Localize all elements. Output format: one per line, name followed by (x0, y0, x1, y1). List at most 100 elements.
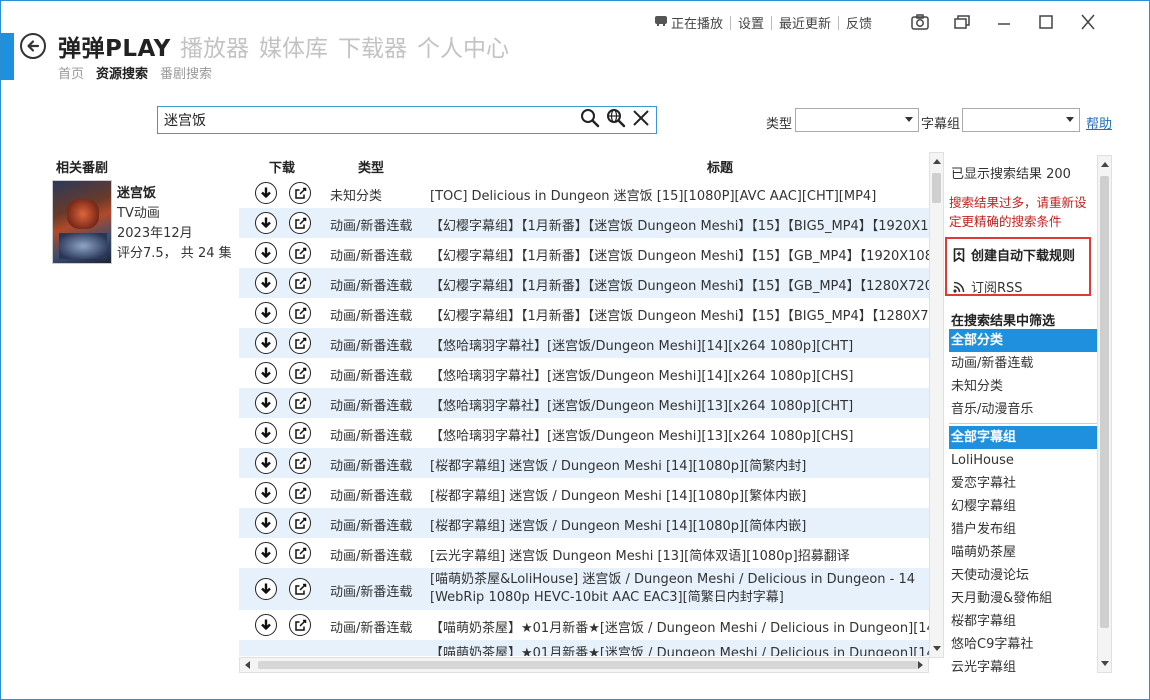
table-row[interactable]: 动画/新番连载 [桜都字幕组] 迷宫饭 / Dungeon Meshi [14][… (239, 448, 929, 478)
download-icon[interactable] (255, 272, 277, 294)
right-panel-vscrollbar[interactable] (1097, 155, 1112, 673)
group-filter-item[interactable]: 幻樱字幕组 (949, 495, 1097, 518)
group-filter-item[interactable]: 天月動漫&發佈組 (949, 587, 1097, 610)
scroll-down-icon[interactable] (933, 646, 941, 651)
group-filter-item[interactable]: 桜都字幕组 (949, 610, 1097, 633)
download-icon[interactable] (255, 614, 277, 636)
create-rule-button[interactable]: 创建自动下载规则 (953, 245, 1075, 264)
recent-updates-link[interactable]: 最近更新 (779, 13, 831, 32)
table-row[interactable]: 动画/新番连载 【幻樱字幕组】【1月新番】【迷宫饭 Dungeon Meshi】【… (239, 238, 929, 268)
open-external-icon[interactable] (289, 212, 311, 234)
row-title[interactable]: [桜都字幕组] 迷宫饭 / Dungeon Meshi [14][1080p][… (430, 455, 806, 474)
anime-poster[interactable] (52, 180, 112, 264)
open-external-icon[interactable] (289, 422, 311, 444)
row-title[interactable]: 【幻樱字幕组】【1月新番】【迷宫饭 Dungeon Meshi】【15】【GB_… (430, 245, 929, 264)
table-row[interactable]: 动画/新番连载 【悠哈璃羽字幕社】[迷宫饭/Dungeon Meshi][14][… (239, 358, 929, 388)
now-playing-link[interactable]: 正在播放 (654, 13, 723, 32)
download-icon[interactable] (255, 332, 277, 354)
camera-icon[interactable] (906, 10, 934, 34)
row-title[interactable]: 【悠哈璃羽字幕社】[迷宫饭/Dungeon Meshi][14][x264 10… (430, 365, 853, 384)
nav-user-center[interactable]: 个人中心 (417, 29, 509, 63)
row-title[interactable]: 【幻樱字幕组】【1月新番】【迷宫饭 Dungeon Meshi】【15】【BIG… (430, 305, 929, 324)
table-row[interactable]: 动画/新番连载 【悠哈璃羽字幕社】[迷宫饭/Dungeon Meshi][13][… (239, 418, 929, 448)
category-filter-item[interactable]: 动画/新番连载 (949, 352, 1097, 375)
table-hscrollbar[interactable] (239, 657, 929, 673)
download-icon[interactable] (255, 512, 277, 534)
help-link[interactable]: 帮助 (1086, 113, 1112, 132)
table-row[interactable]: 动画/新番连载 【喵萌奶茶屋】★01月新番★[迷宫饭 / Dungeon Mesh… (239, 610, 929, 640)
scroll-thumb[interactable] (932, 173, 941, 203)
download-icon[interactable] (255, 212, 277, 234)
col-header-title[interactable]: 标题 (707, 157, 733, 176)
nav-media-library[interactable]: 媒体库 (259, 29, 328, 63)
table-row[interactable]: 动画/新番连载 【幻樱字幕组】【1月新番】【迷宫饭 Dungeon Meshi】【… (239, 208, 929, 238)
download-icon[interactable] (255, 392, 277, 414)
download-icon[interactable] (255, 302, 277, 324)
group-filter-item[interactable]: 爱恋字幕社 (949, 472, 1097, 495)
group-filter-item[interactable]: 全部字幕组 (949, 426, 1097, 449)
download-icon[interactable] (255, 482, 277, 504)
table-row[interactable]: 动画/新番连载 [桜都字幕组] 迷宫饭 / Dungeon Meshi [14][… (239, 508, 929, 538)
anime-name[interactable]: 迷宫饭 (117, 184, 232, 204)
search-icon[interactable] (580, 108, 600, 132)
open-external-icon[interactable] (289, 242, 311, 264)
nav-downloader[interactable]: 下载器 (338, 29, 407, 63)
open-external-icon[interactable] (289, 302, 311, 324)
download-icon[interactable] (255, 452, 277, 474)
minimize-icon[interactable] (990, 10, 1018, 34)
group-filter-item[interactable]: 悠哈C9字幕社 (949, 633, 1097, 656)
row-title[interactable]: [喵萌奶茶屋&LoliHouse] 迷宫饭 / Dungeon Meshi / … (430, 571, 928, 607)
group-filter-select[interactable] (962, 108, 1080, 132)
table-row[interactable]: 【喵萌奶茶屋】★01月新番★[迷宫饭 / Dungeon Meshi / Del… (239, 640, 929, 656)
row-title[interactable]: 【喵萌奶茶屋】★01月新番★[迷宫饭 / Dungeon Meshi / Del… (430, 642, 929, 656)
group-filter-item[interactable]: LoliHouse (949, 449, 1097, 472)
open-external-icon[interactable] (289, 452, 311, 474)
type-filter-select[interactable] (795, 108, 919, 132)
scroll-right-icon[interactable] (918, 661, 923, 669)
table-row[interactable]: 动画/新番连载 [云光字幕组] 迷宫饭 Dungeon Meshi [13][简体… (239, 538, 929, 568)
row-title[interactable]: 【幻樱字幕组】【1月新番】【迷宫饭 Dungeon Meshi】【15】【GB_… (430, 275, 929, 294)
download-icon[interactable] (255, 362, 277, 384)
restore-window-icon[interactable] (948, 10, 976, 34)
subscribe-rss-button[interactable]: 订阅RSS (953, 277, 1023, 296)
table-row[interactable]: 动画/新番连载 【幻樱字幕组】【1月新番】【迷宫饭 Dungeon Meshi】【… (239, 268, 929, 298)
open-external-icon[interactable] (289, 392, 311, 414)
row-title[interactable]: 【悠哈璃羽字幕社】[迷宫饭/Dungeon Meshi][14][x264 10… (430, 335, 853, 354)
category-filter-item[interactable]: 全部分类 (949, 329, 1097, 352)
open-external-icon[interactable] (289, 332, 311, 354)
download-icon[interactable] (255, 242, 277, 264)
open-external-icon[interactable] (289, 542, 311, 564)
group-filter-item[interactable]: 喵萌奶茶屋 (949, 541, 1097, 564)
close-icon[interactable] (1074, 10, 1102, 34)
table-row[interactable]: 动画/新番连载 [桜都字幕组] 迷宫饭 / Dungeon Meshi [14][… (239, 478, 929, 508)
open-external-icon[interactable] (289, 614, 311, 636)
clear-icon[interactable] (632, 109, 650, 131)
category-filter-item[interactable]: 未知分类 (949, 375, 1097, 398)
download-icon[interactable] (255, 578, 277, 600)
table-row[interactable]: 动画/新番连载 【悠哈璃羽字幕社】[迷宫饭/Dungeon Meshi][14][… (239, 328, 929, 358)
nav-player[interactable]: 播放器 (180, 29, 249, 63)
open-external-icon[interactable] (289, 272, 311, 294)
open-external-icon[interactable] (289, 512, 311, 534)
download-icon[interactable] (255, 182, 277, 204)
row-title[interactable]: [桜都字幕组] 迷宫饭 / Dungeon Meshi [14][1080p][… (430, 485, 806, 504)
download-icon[interactable] (255, 542, 277, 564)
search-input[interactable] (158, 112, 568, 128)
open-external-icon[interactable] (289, 578, 311, 600)
download-icon[interactable] (255, 422, 277, 444)
table-vscrollbar[interactable] (929, 152, 944, 658)
open-external-icon[interactable] (289, 362, 311, 384)
row-title[interactable]: 【喵萌奶茶屋】★01月新番★[迷宫饭 / Dungeon Meshi / Del… (430, 617, 929, 636)
scroll-thumb[interactable] (1100, 176, 1109, 628)
col-header-type[interactable]: 类型 (358, 157, 384, 176)
open-external-icon[interactable] (289, 182, 311, 204)
col-header-download[interactable]: 下载 (269, 157, 295, 176)
feedback-link[interactable]: 反馈 (846, 13, 872, 32)
scroll-up-icon[interactable] (1101, 162, 1109, 167)
open-external-icon[interactable] (289, 482, 311, 504)
row-title[interactable]: [桜都字幕组] 迷宫饭 / Dungeon Meshi [14][1080p][… (430, 515, 806, 534)
crumb-home[interactable]: 首页 (58, 63, 84, 82)
row-title[interactable]: [TOC] Delicious in Dungeon 迷宫饭 [15][1080… (430, 185, 876, 204)
scroll-left-icon[interactable] (245, 661, 250, 669)
scroll-down-icon[interactable] (1101, 661, 1109, 666)
